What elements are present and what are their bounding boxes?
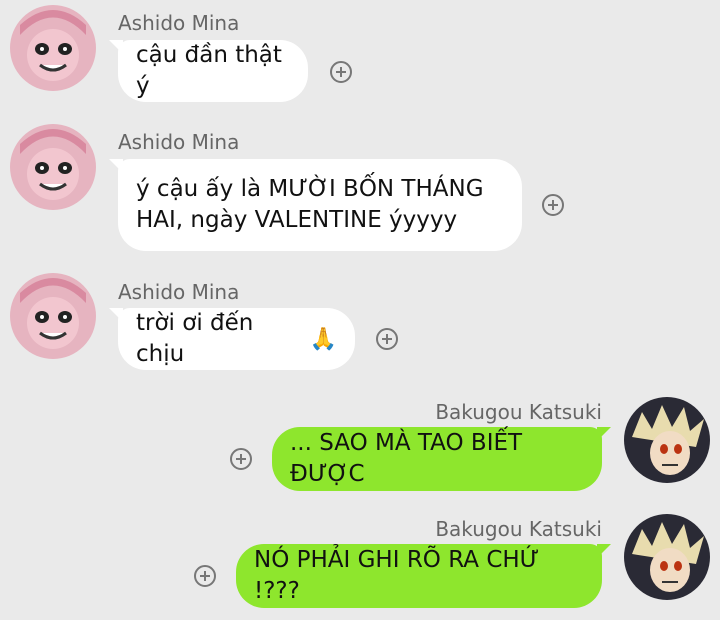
- add-reaction-icon[interactable]: [376, 328, 398, 350]
- sender-name: Ashido Mina: [118, 11, 240, 35]
- sender-name: Ashido Mina: [118, 130, 240, 154]
- add-reaction-icon[interactable]: [194, 565, 216, 587]
- message-text: ý cậu ấy là MƯỜI BỐN THÁNG HAI, ngày VAL…: [136, 176, 484, 233]
- message-bubble[interactable]: NÓ PHẢI GHI RÕ RA CHỨ !???: [236, 544, 611, 608]
- message-text: cậu đần thật ý: [136, 42, 282, 99]
- folded-hands-icon: 🙏: [309, 326, 337, 352]
- message-bubble[interactable]: cậu đần thật ý: [109, 40, 308, 102]
- message-bubble[interactable]: ... SAO MÀ TAO BIẾT ĐƯỢC: [272, 427, 611, 491]
- message-bubble[interactable]: trời ơi đến chịu 🙏: [109, 308, 355, 370]
- message-text: ... SAO MÀ TAO BIẾT ĐƯỢC: [290, 430, 523, 487]
- bakugou-katsuki-avatar[interactable]: [624, 397, 710, 483]
- add-reaction-icon[interactable]: [542, 194, 564, 216]
- ashido-mina-avatar[interactable]: [10, 124, 96, 210]
- add-reaction-icon[interactable]: [330, 61, 352, 83]
- ashido-mina-avatar[interactable]: [10, 5, 96, 91]
- sender-name: Bakugou Katsuki: [435, 517, 602, 541]
- message-text: NÓ PHẢI GHI RÕ RA CHỨ !???: [254, 547, 540, 604]
- sender-name: Ashido Mina: [118, 280, 240, 304]
- add-reaction-icon[interactable]: [230, 448, 252, 470]
- ashido-mina-avatar[interactable]: [10, 273, 96, 359]
- message-text: trời ơi đến chịu: [136, 310, 254, 367]
- sender-name: Bakugou Katsuki: [435, 400, 602, 424]
- bakugou-katsuki-avatar[interactable]: [624, 514, 710, 600]
- message-bubble[interactable]: ý cậu ấy là MƯỜI BỐN THÁNG HAI, ngày VAL…: [109, 159, 522, 251]
